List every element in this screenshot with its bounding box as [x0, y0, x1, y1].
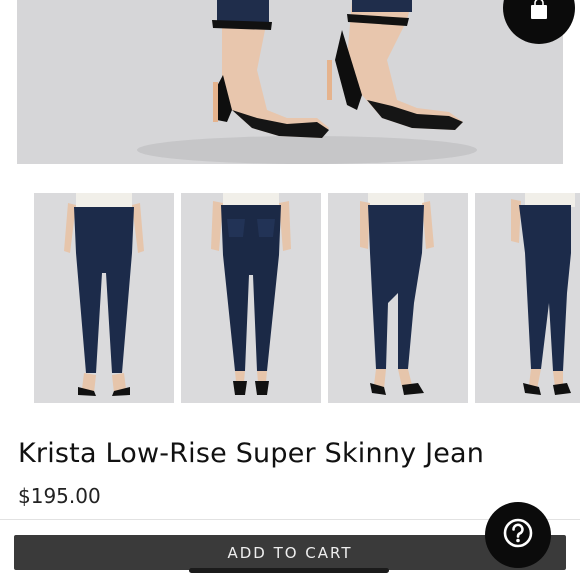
add-to-cart-button[interactable]: ADD TO CART — [14, 535, 566, 570]
hero-product-image[interactable] — [17, 0, 563, 164]
thumbnail-side[interactable] — [328, 193, 468, 403]
jean-front-image — [34, 193, 174, 403]
hero-heels-illustration — [17, 0, 563, 164]
jean-back-image — [181, 193, 321, 403]
thumbnail-front[interactable] — [34, 193, 174, 403]
thumbnail-gallery — [34, 193, 580, 403]
product-price: $195.00 — [18, 484, 101, 508]
product-title: Krista Low-Rise Super Skinny Jean — [18, 438, 485, 469]
jean-side-image — [328, 193, 468, 403]
help-button[interactable] — [485, 502, 551, 568]
thumbnail-side-close[interactable] — [475, 193, 580, 403]
question-mark-icon — [502, 517, 534, 553]
home-indicator[interactable] — [189, 568, 389, 573]
jean-side-close-image — [475, 193, 580, 403]
shopping-bag-icon — [528, 0, 550, 24]
thumbnail-back[interactable] — [181, 193, 321, 403]
